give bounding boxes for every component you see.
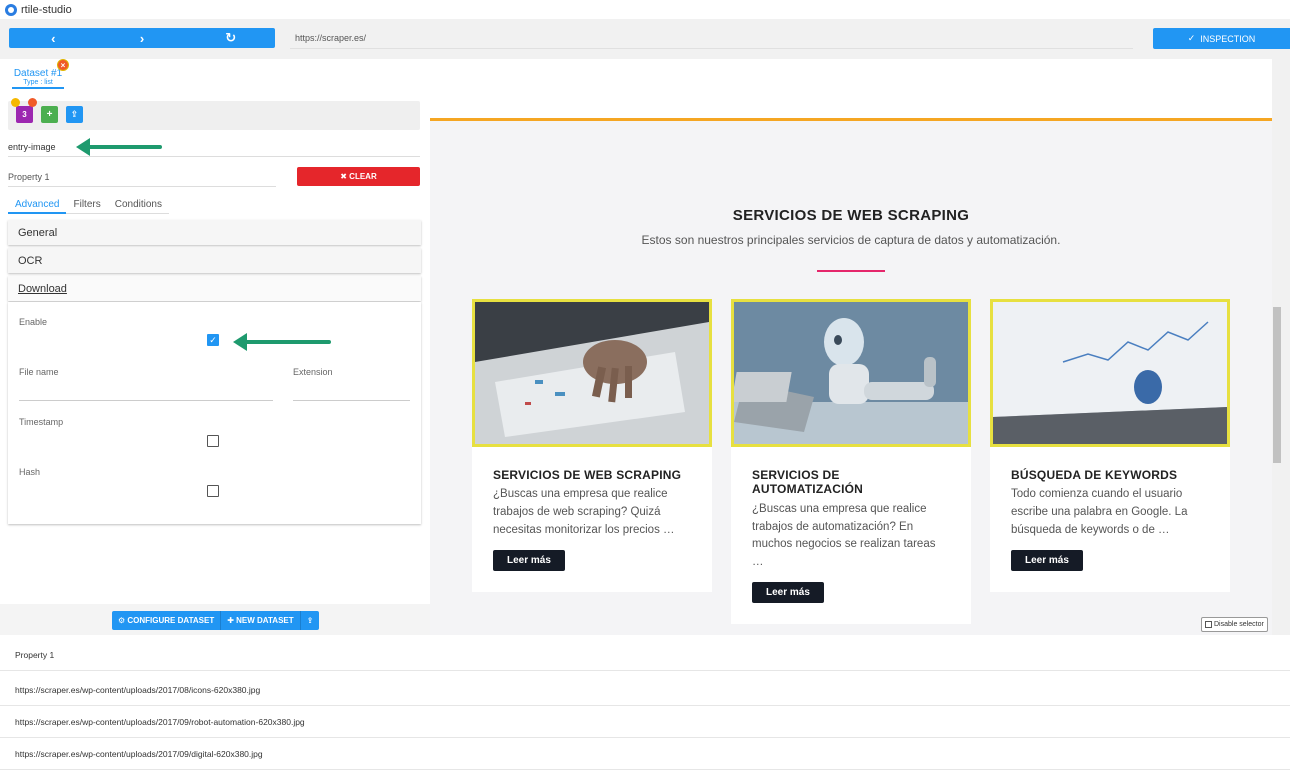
table-header: Property 1 [0,639,1290,671]
hand-chart-image [475,302,709,444]
card-text: Todo comienza cuando el usuario escribe … [1011,488,1188,537]
card-title: SERVICIOS DE AUTOMATIZACIÓN [752,468,864,497]
accordion-download[interactable]: Download [8,276,421,301]
check-icon: ✓ [1187,33,1196,43]
property-count-button[interactable]: 3 [16,106,33,123]
card-text: ¿Buscas una empresa que realice trabajos… [752,502,936,569]
url-input[interactable]: https://scraper.es/ [290,28,1133,49]
table-row[interactable]: https://scraper.es/wp-content/uploads/20… [0,738,1290,770]
file-name-input[interactable] [19,400,273,401]
dataset-tab-label: Dataset #1 [13,68,63,79]
robot-laptop-image [734,302,968,444]
property-tabs: Advanced Filters Conditions [8,199,169,214]
cell-value: https://scraper.es/wp-content/uploads/20… [15,748,263,759]
annotation-arrow [233,333,331,351]
download-settings: Enable ✓ File name Extension Timestamp H… [8,302,421,524]
annotation-arrow [76,138,162,156]
service-card: SERVICIOS DE WEB SCRAPING ¿Buscas una em… [472,299,712,592]
inspection-button[interactable]: ✓ INSPECTION [1153,28,1290,49]
read-more-button[interactable]: Leer más [752,582,824,604]
selector-input[interactable]: entry-image [8,139,420,157]
table-row[interactable]: https://scraper.es/wp-content/uploads/20… [0,706,1290,738]
table-row[interactable]: https://scraper.es/wp-content/uploads/20… [0,674,1290,706]
property-name-input[interactable]: Property 1 [8,169,276,187]
disable-selector-checkbox[interactable] [1205,621,1212,628]
enable-checkbox[interactable]: ✓ [207,334,219,346]
read-more-button[interactable]: Leer más [493,549,565,571]
disable-selector-label: Disable selector [1214,621,1264,628]
results-table: Property 1 https://scraper.es/wp-content… [0,635,1290,778]
app-title: rtile-studio [21,3,72,16]
disable-selector-toggle[interactable]: Disable selector [1201,617,1268,632]
hash-checkbox[interactable] [207,485,219,497]
section-divider [817,270,885,272]
back-button[interactable]: ‹ [9,28,98,48]
clear-button[interactable]: ✖ CLEAR [297,167,420,186]
property-count: 3 [22,110,27,119]
reload-button[interactable]: ↻ [186,28,275,48]
forward-button[interactable]: › [98,28,187,48]
tab-filters[interactable]: Filters [66,199,108,214]
scrollbar-thumb[interactable] [1273,307,1281,463]
extension-input[interactable] [293,400,410,401]
card-title: BÚSQUEDA DE KEYWORDS [1011,468,1178,482]
service-card: BÚSQUEDA DE KEYWORDS Todo comienza cuand… [990,299,1230,592]
timestamp-checkbox[interactable] [207,435,219,447]
upload-property-button[interactable]: ⇪ [66,106,83,123]
dataset-panel: Dataset #1 Type : list × 3 + ⇪ entry-ima… [0,59,430,635]
card-image[interactable] [472,299,712,447]
laptop-chart-image [993,302,1227,444]
dataset-tab-type: Type : list [23,79,53,86]
inspection-label: INSPECTION [1200,33,1256,44]
dataset-tab[interactable]: Dataset #1 Type : list [12,68,64,89]
cell-value: https://scraper.es/wp-content/uploads/20… [15,716,305,727]
dataset-close-icon[interactable]: × [57,59,69,71]
new-dataset-button[interactable]: ✚ NEW DATASET [221,611,301,630]
remove-badge-icon[interactable] [28,98,37,107]
browser-view[interactable]: SERVICIOS DE WEB SCRAPING Estos son nues… [430,59,1272,635]
tab-advanced[interactable]: Advanced [8,199,67,214]
enable-label: Enable [19,317,48,327]
lock-badge-icon[interactable] [11,98,20,107]
file-name-label: File name [19,367,59,377]
dataset-actions-bar: ⚙ CONFIGURE DATASET ✚ NEW DATASET ⇪ [0,604,430,635]
section-title: SERVICIOS DE WEB SCRAPING [732,207,970,224]
service-card: SERVICIOS DE AUTOMATIZACIÓN ¿Buscas una … [731,299,971,625]
card-image[interactable] [731,299,971,447]
section-subtitle: Estos son nuestros principales servicios… [641,233,1061,247]
card-image[interactable] [990,299,1230,447]
toolbar: ‹ › ↻ https://scraper.es/ ✓ INSPECTION [0,19,1290,59]
nav-button-group: ‹ › ↻ [9,28,275,48]
read-more-button[interactable]: Leer más [1011,549,1083,571]
column-header: Property 1 [15,649,55,660]
export-dataset-button[interactable]: ⇪ [301,611,320,630]
property-action-bar: 3 + ⇪ [8,98,420,130]
site-header [430,59,1272,121]
add-property-button[interactable]: + [41,106,58,123]
extension-label: Extension [293,367,333,377]
accordion-ocr[interactable]: OCR [8,248,421,273]
title-bar: rtile-studio [0,0,1290,19]
configure-dataset-button[interactable]: ⚙ CONFIGURE DATASET [112,611,222,630]
browser-scrollbar[interactable] [1272,59,1290,635]
timestamp-label: Timestamp [19,417,64,427]
checkmark-icon: ✓ [209,334,217,345]
card-title: SERVICIOS DE WEB SCRAPING [493,468,682,482]
accordion-general[interactable]: General [8,220,421,245]
tab-conditions[interactable]: Conditions [107,199,169,214]
cell-value: https://scraper.es/wp-content/uploads/20… [15,684,261,695]
app-logo-icon [5,3,17,16]
hash-label: Hash [19,467,41,477]
dataset-button-group: ⚙ CONFIGURE DATASET ✚ NEW DATASET ⇪ [112,611,320,630]
card-text: ¿Buscas una empresa que realice trabajos… [493,488,675,537]
